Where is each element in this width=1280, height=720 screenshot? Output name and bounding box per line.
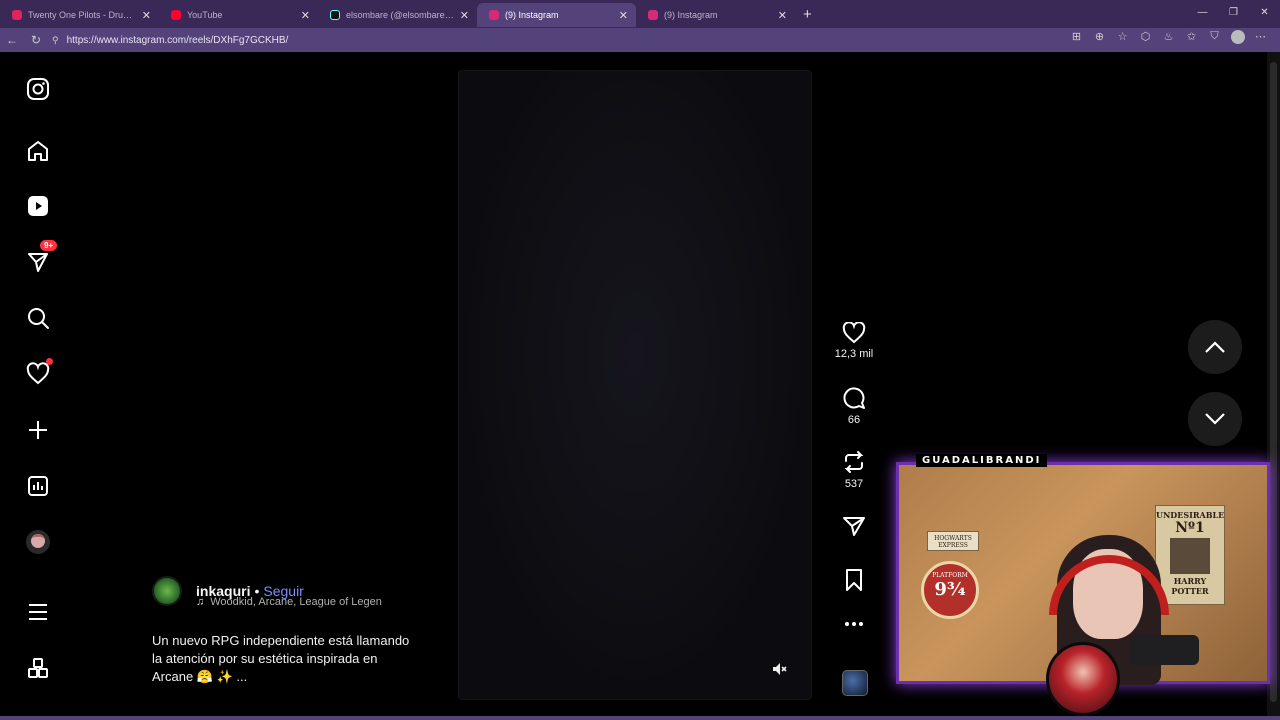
tab-3-active[interactable]: (9) Instagram ✕ — [477, 3, 636, 27]
restore-icon[interactable]: ❐ — [1218, 0, 1249, 28]
profile-icon[interactable] — [24, 528, 52, 556]
notification-dot — [46, 358, 53, 365]
reload-icon[interactable]: ↻ — [24, 33, 48, 47]
description-line: la atención por su estética inspirada en — [152, 651, 378, 666]
like-count: 12,3 mil — [834, 348, 874, 360]
also-from-meta-icon[interactable] — [24, 654, 52, 682]
browser-window: Twenty One Pilots - Drum Show (f ✕ YouTu… — [0, 0, 1280, 720]
tab-title: YouTube — [187, 10, 223, 20]
favorite-star-icon[interactable]: ☆ — [1115, 30, 1130, 47]
zoom-icon[interactable]: ⊕ — [1092, 30, 1107, 47]
profile-avatar-icon[interactable] — [1230, 30, 1245, 47]
notifications-icon[interactable] — [24, 358, 53, 388]
hogwarts-sign: HOGWARTS EXPRESS — [927, 531, 979, 551]
window-bottom-border — [0, 716, 1280, 720]
site-info-icon[interactable]: ⚲ — [52, 35, 59, 46]
search-icon[interactable] — [24, 304, 52, 332]
extension-icon[interactable]: ♨ — [1161, 30, 1176, 47]
tab-favicon — [330, 10, 340, 20]
poster-photo — [1170, 538, 1210, 574]
reels-icon[interactable] — [24, 192, 52, 220]
tab-title: Twenty One Pilots - Drum Show (f — [28, 10, 136, 20]
streamer-avatar — [1046, 642, 1120, 716]
reel-video[interactable] — [458, 70, 812, 700]
next-reel-button[interactable] — [1188, 392, 1242, 446]
comment-button[interactable]: 66 — [828, 386, 880, 426]
scrollbar-thumb[interactable] — [1270, 62, 1277, 702]
tab-favicon — [171, 10, 181, 20]
back-icon[interactable]: ← — [0, 33, 24, 47]
messages-badge: 9+ — [40, 240, 58, 251]
audio-title: Woodkid, Arcane, League of Legen — [210, 596, 382, 608]
audio-thumbnail[interactable] — [842, 670, 868, 696]
reel-caption: inkaquri • Seguir ♫ Woodkid, Arcane, Lea… — [152, 576, 452, 686]
app-available-icon[interactable]: ⊞ — [1069, 30, 1084, 47]
messages-icon[interactable]: 9+ — [24, 240, 58, 276]
repost-button[interactable]: 537 — [828, 450, 880, 490]
address-bar: ← ↻ ⚲ https://www.instagram.com/reels/DX… — [0, 28, 1280, 52]
url-text: https://www.instagram.com/reels/DXhFg7GC… — [66, 34, 289, 46]
tab-title: (9) Instagram — [664, 10, 718, 20]
comment-count: 66 — [847, 414, 861, 426]
tab-favicon — [489, 10, 499, 20]
close-window-icon[interactable]: ✕ — [1249, 0, 1280, 28]
tab-title: (9) Instagram — [505, 10, 559, 20]
tab-title: elsombare (@elsombare) | TikTok — [346, 10, 454, 20]
close-tab-icon[interactable]: ✕ — [301, 9, 310, 22]
description-line[interactable]: Arcane 😤 ✨ ... — [152, 668, 452, 686]
extensions-icon[interactable]: ⬡ — [1138, 30, 1153, 47]
music-note-icon: ♫ — [196, 596, 205, 608]
description-line: Un nuevo RPG independiente está llamando — [152, 633, 410, 648]
tab-0[interactable]: Twenty One Pilots - Drum Show (f ✕ — [0, 3, 159, 27]
url-field[interactable]: ⚲ https://www.instagram.com/reels/DXhFg7… — [52, 30, 1072, 50]
close-tab-icon[interactable]: ✕ — [460, 9, 469, 22]
streamer-name-label: GUADALIBRANDI — [916, 454, 1048, 467]
poster-title: UNDESIRABLE — [1156, 510, 1225, 520]
close-tab-icon[interactable]: ✕ — [142, 9, 151, 22]
window-controls: — ❐ ✕ — [1187, 0, 1280, 28]
author-avatar[interactable] — [152, 576, 182, 606]
shield-icon[interactable]: ⛉ — [1207, 30, 1222, 47]
platform-label: PLATFORM — [932, 572, 968, 579]
share-button[interactable] — [828, 514, 880, 542]
save-button[interactable] — [828, 568, 880, 596]
menu-dots-icon[interactable]: ⋯ — [1253, 30, 1268, 47]
previous-reel-button[interactable] — [1188, 320, 1242, 374]
close-tab-icon[interactable]: ✕ — [778, 9, 787, 22]
webcam-overlay: UNDESIRABLE Nº1 HARRY POTTER HOGWARTS EX… — [896, 454, 1270, 716]
tab-1[interactable]: YouTube ✕ — [159, 3, 318, 27]
new-tab-button[interactable]: + — [803, 6, 812, 23]
tab-2[interactable]: elsombare (@elsombare) | TikTok ✕ — [318, 3, 477, 27]
platform-sign: PLATFORM 9¾ — [921, 561, 979, 619]
mute-icon[interactable] — [771, 661, 787, 677]
poster-number: Nº1 — [1175, 520, 1205, 536]
microphone — [1129, 635, 1199, 665]
close-tab-icon[interactable]: ✕ — [619, 9, 628, 22]
like-button[interactable]: 12,3 mil — [828, 322, 880, 360]
favorites-icon[interactable]: ✩ — [1184, 30, 1199, 47]
minimize-icon[interactable]: — — [1187, 0, 1218, 28]
more-menu-icon[interactable] — [24, 598, 52, 626]
audio-info[interactable]: ♫ Woodkid, Arcane, League of Legen — [196, 596, 396, 608]
tab-favicon — [648, 10, 658, 20]
tab-favicon — [12, 10, 22, 20]
dashboard-icon[interactable] — [24, 472, 52, 500]
sidebar: 9+ — [2, 52, 77, 716]
tab-4[interactable]: (9) Instagram ✕ — [636, 3, 795, 27]
home-icon[interactable] — [24, 137, 52, 165]
platform-number: 9¾ — [934, 579, 966, 600]
tab-bar: Twenty One Pilots - Drum Show (f ✕ YouTu… — [0, 0, 1280, 28]
reel-description: Un nuevo RPG independiente está llamando… — [152, 632, 452, 686]
more-options-icon[interactable] — [828, 620, 880, 632]
instagram-logo-icon[interactable] — [24, 75, 52, 103]
repost-count: 537 — [844, 478, 864, 490]
browser-toolbar: ⊞ ⊕ ☆ ⬡ ♨ ✩ ⛉ ⋯ — [1069, 30, 1268, 47]
create-icon[interactable] — [24, 416, 52, 444]
